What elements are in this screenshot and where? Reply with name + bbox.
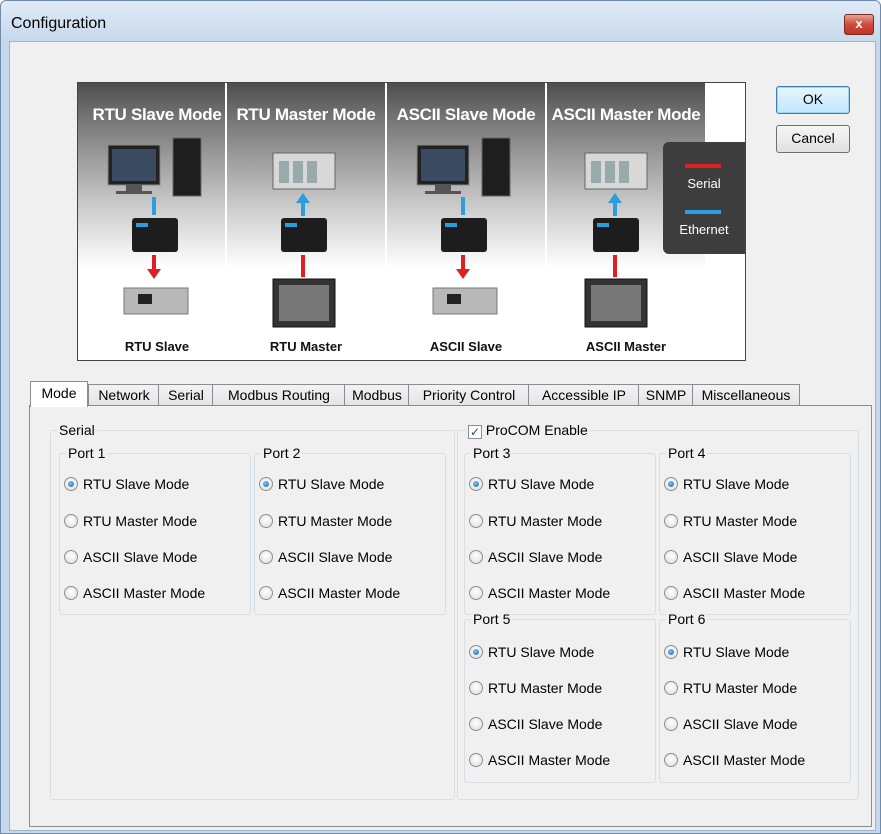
radio-indicator[interactable] [469,550,483,564]
radio-label: RTU Slave Mode [83,476,190,492]
radio-indicator[interactable] [469,645,483,659]
tab-priority-control[interactable]: Priority Control [408,384,530,406]
port-label: Port 4 [666,444,708,462]
radio-label: RTU Master Mode [683,513,798,529]
banner-caption: ASCII Master [585,339,667,354]
radio-label: RTU Slave Mode [488,644,595,660]
rtu-slave-illustration [107,137,202,315]
ok-button[interactable]: OK [776,86,850,114]
radio-indicator[interactable] [469,681,483,695]
procom-enable-checkbox-row[interactable]: ✓ ProCOM Enable [466,421,590,439]
serial-legend-label: Serial [687,176,721,191]
radio-label: RTU Master Mode [83,513,198,529]
radio-label: ASCII Master Mode [488,585,611,601]
mode-diagram-banner: RTU Slave Mode RTU Slave RTU Master Mode… [77,82,746,361]
tab-modbus-routing[interactable]: Modbus Routing [212,384,346,406]
banner-caption: ASCII Slave [429,339,503,354]
radio-indicator[interactable] [664,514,678,528]
configuration-dialog: Configuration x RTU Slave Mode RTU Slave… [0,0,881,834]
radio-indicator[interactable] [469,514,483,528]
title-bar[interactable]: Configuration x [1,1,880,41]
radio-indicator[interactable] [469,477,483,491]
rtu-master-illustration [272,152,336,328]
port-label: Port 2 [261,444,303,462]
close-button[interactable]: x [844,14,874,35]
radio-label: RTU Master Mode [488,680,603,696]
radio-indicator[interactable] [64,514,78,528]
tab-modbus[interactable]: Modbus [344,384,410,406]
port-5-group: Port 5 RTU Slave Mode RTU Master Mode AS… [464,610,656,783]
radio-label: RTU Master Mode [488,513,603,529]
radio-indicator[interactable] [664,717,678,731]
radio-label: ASCII Slave Mode [278,549,393,565]
ethernet-legend-label: Ethernet [679,222,729,237]
radio-indicator[interactable] [259,586,273,600]
radio-indicator[interactable] [64,586,78,600]
port-label: Port 5 [471,610,513,628]
banner-column-rtu-slave: RTU Slave Mode RTU Slave [78,83,236,360]
radio-indicator[interactable] [664,645,678,659]
radio-indicator[interactable] [664,477,678,491]
banner-caption: RTU Slave [124,339,190,354]
tab-snmp[interactable]: SNMP [638,384,694,406]
tab-miscellaneous[interactable]: Miscellaneous [692,384,800,406]
radio-label: ASCII Slave Mode [83,549,198,565]
port-label: Port 6 [666,610,708,628]
radio-indicator[interactable] [259,550,273,564]
radio-label: RTU Master Mode [683,680,798,696]
radio-indicator[interactable] [469,753,483,767]
port-4-group: Port 4 RTU Slave Mode RTU Master Mode AS… [659,444,851,615]
radio-indicator[interactable] [664,550,678,564]
radio-label: RTU Slave Mode [488,476,595,492]
dialog-client-area: RTU Slave Mode RTU Slave RTU Master Mode… [9,41,876,831]
window-title: Configuration [11,15,107,32]
radio-label: ASCII Slave Mode [488,549,603,565]
tab-serial[interactable]: Serial [158,384,214,406]
cancel-button[interactable]: Cancel [776,125,850,153]
procom-group: ✓ ProCOM Enable Port 3 RTU Slave Mode RT… [457,421,859,800]
tab-accessible-ip[interactable]: Accessible IP [528,384,640,406]
radio-label: RTU Slave Mode [683,644,790,660]
radio-label: ASCII Slave Mode [683,549,798,565]
serial-group: Serial Port 1 RTU Slave Mode RTU Master … [50,421,455,800]
radio-label: ASCII Master Mode [278,585,401,601]
radio-label: ASCII Master Mode [83,585,206,601]
port-1-group: Port 1 RTU Slave Mode RTU Master Mode AS… [59,444,251,615]
banner-caption: RTU Master [269,339,343,354]
radio-label: ASCII Master Mode [683,752,806,768]
port-2-group: Port 2 RTU Slave Mode RTU Master Mode AS… [254,444,446,615]
procom-enable-label: ProCOM Enable [485,422,588,438]
connection-legend: Serial Ethernet [663,142,745,254]
ascii-slave-illustration [416,137,511,315]
port-label: Port 1 [66,444,108,462]
serial-legend-swatch [685,164,721,168]
ethernet-legend-swatch [685,210,721,214]
radio-indicator[interactable] [469,586,483,600]
radio-indicator[interactable] [259,514,273,528]
radio-label: ASCII Slave Mode [683,716,798,732]
radio-label: RTU Slave Mode [683,476,790,492]
port-label: Port 3 [471,444,513,462]
port-6-group: Port 6 RTU Slave Mode RTU Master Mode AS… [659,610,851,783]
mode-tab-panel: Serial Port 1 RTU Slave Mode RTU Master … [29,405,872,827]
radio-indicator[interactable] [64,477,78,491]
procom-enable-checkbox[interactable]: ✓ [468,425,482,439]
radio-label: ASCII Master Mode [488,752,611,768]
radio-label: ASCII Slave Mode [488,716,603,732]
radio-label: RTU Slave Mode [278,476,385,492]
tab-mode[interactable]: Mode [30,381,88,407]
radio-indicator[interactable] [259,477,273,491]
radio-indicator[interactable] [64,550,78,564]
radio-indicator[interactable] [664,681,678,695]
tab-network[interactable]: Network [88,384,160,406]
port-3-group: Port 3 RTU Slave Mode RTU Master Mode AS… [464,444,656,615]
radio-indicator[interactable] [469,717,483,731]
radio-label: ASCII Master Mode [683,585,806,601]
radio-indicator[interactable] [664,586,678,600]
banner-column-ascii-slave: ASCII Slave Mode ASCII Slave [387,83,545,360]
radio-indicator[interactable] [664,753,678,767]
banner-column-rtu-master: RTU Master Mode RTU Master [227,83,385,360]
radio-label: RTU Master Mode [278,513,393,529]
serial-group-label: Serial [57,421,97,439]
